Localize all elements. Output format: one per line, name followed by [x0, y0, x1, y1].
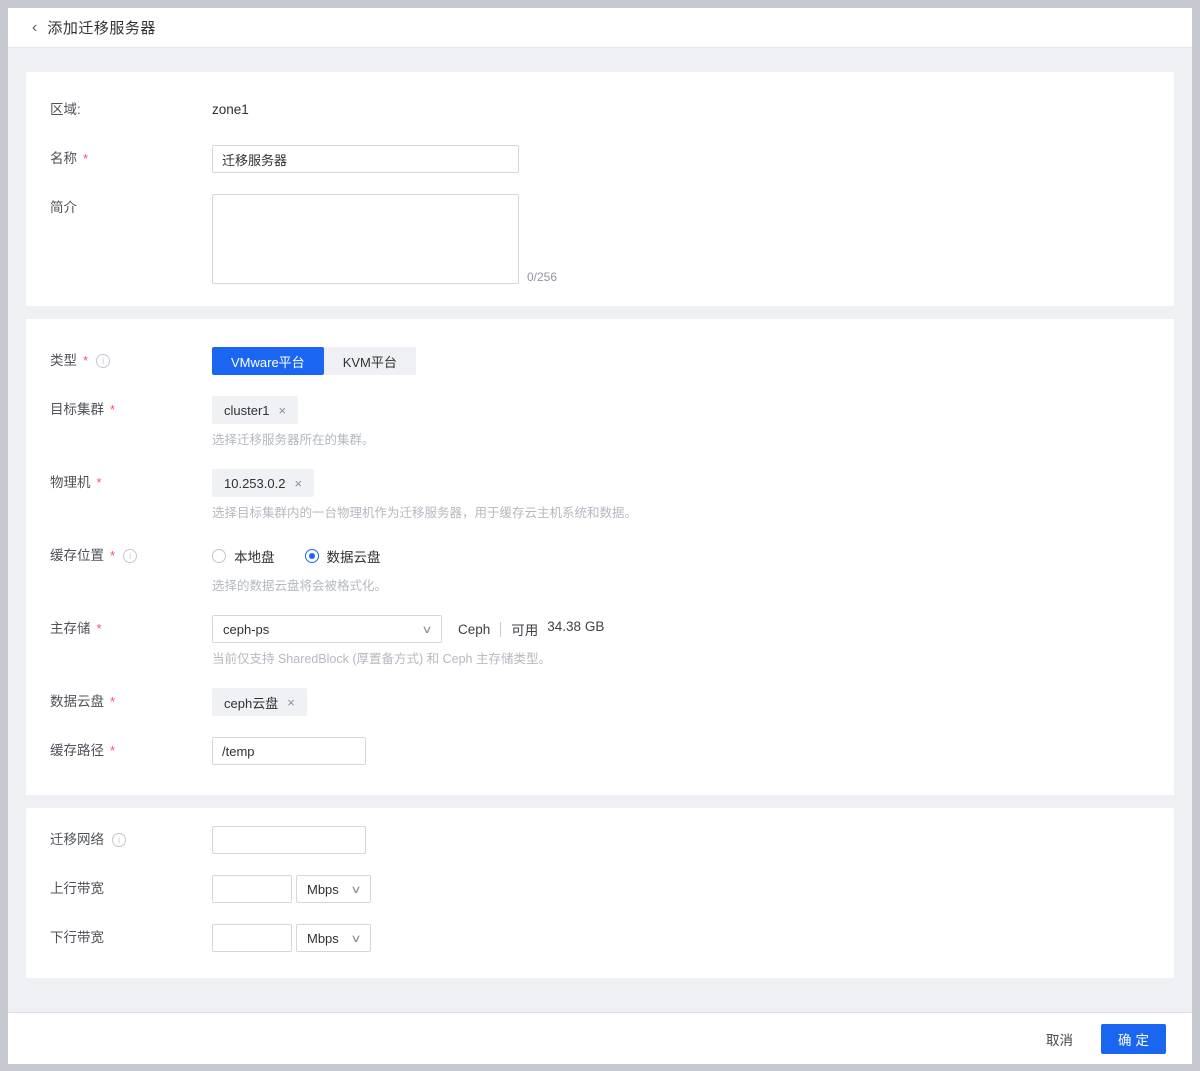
cache-location-radio-group: 本地盘 数据云盘 [212, 542, 387, 570]
cluster-tag: cluster1 × [212, 396, 299, 424]
network-settings-card: 迁移网络 i 上行带宽 Mbps ∨ 下行带宽 Mbps ∨ [26, 808, 1174, 978]
cache-location-label: 缓存位置 * i [50, 542, 212, 570]
primary-storage-help: 当前仅支持 SharedBlock (厚置备方式) 和 Ceph 主存储类型。 [212, 652, 551, 666]
name-input[interactable] [212, 145, 519, 173]
downlink-bandwidth-input[interactable] [212, 924, 292, 952]
form-content: 区域: zone1 名称 * 简介 0/256 [8, 48, 1192, 1012]
type-label: 类型 * i [50, 347, 212, 375]
page-title: 添加迁移服务器 [47, 20, 156, 37]
type-row: 类型 * i VMware平台 KVM平台 [50, 347, 1150, 375]
primary-storage-select[interactable]: ceph-ps ∨ [212, 615, 442, 643]
data-volume-tag: ceph云盘 × [212, 688, 307, 716]
description-row: 简介 0/256 [50, 194, 1150, 284]
cache-location-help: 选择的数据云盘将会被格式化。 [212, 579, 388, 593]
add-migration-server-page: ‹ 添加迁移服务器 区域: zone1 名称 * 简介 0/256 [8, 8, 1192, 1064]
radio-data-volume[interactable]: 数据云盘 [304, 546, 381, 566]
info-icon[interactable]: i [123, 549, 138, 563]
uplink-bandwidth-row: 上行带宽 Mbps ∨ [50, 875, 1150, 903]
available-value: 34.38 GB [547, 619, 605, 634]
description-label: 简介 [50, 200, 77, 215]
uplink-bandwidth-input[interactable] [212, 875, 292, 903]
primary-storage-row: 主存储 * ceph-ps ∨ Ceph 可用 34.38 GB 当前仅支持 S… [50, 615, 1150, 667]
radio-icon [212, 549, 226, 563]
radio-icon [304, 549, 319, 563]
cache-location-row: 缓存位置 * i 本地盘 数据云盘 选择的数据云盘将会被格式化。 [50, 542, 1150, 594]
required-asterisk: * [110, 402, 116, 417]
name-row: 名称 * [50, 145, 1150, 173]
downlink-bandwidth-row: 下行带宽 Mbps ∨ [50, 924, 1150, 952]
cache-path-label: 缓存路径 * [50, 737, 212, 765]
chevron-down-icon: ∨ [350, 883, 362, 896]
required-asterisk: * [110, 694, 116, 709]
type-option-kvm[interactable]: KVM平台 [323, 347, 416, 375]
zone-value: zone1 [212, 102, 249, 117]
required-asterisk: * [83, 353, 89, 368]
zone-label: 区域: [50, 102, 81, 117]
zone-row: 区域: zone1 [50, 96, 1150, 124]
divider [500, 621, 502, 637]
cancel-button[interactable]: 取消 [1046, 1029, 1073, 1049]
physical-host-help: 选择目标集群内的一台物理机作为迁移服务器，用于缓存云主机系统和数据。 [212, 506, 638, 520]
target-cluster-label: 目标集群 * [50, 396, 212, 424]
radio-local-disk[interactable]: 本地盘 [212, 546, 275, 566]
page-header: ‹ 添加迁移服务器 [8, 8, 1192, 48]
server-settings-card: 类型 * i VMware平台 KVM平台 目标集群 * cluster1 × … [26, 319, 1174, 795]
migration-network-row: 迁移网络 i [50, 826, 1150, 854]
downlink-bandwidth-label: 下行带宽 [50, 930, 104, 945]
target-cluster-row: 目标集群 * cluster1 × 选择迁移服务器所在的集群。 [50, 396, 1150, 448]
back-chevron-icon[interactable]: ‹ [32, 19, 37, 36]
basic-info-card: 区域: zone1 名称 * 简介 0/256 [26, 72, 1174, 306]
physical-host-label: 物理机 * [50, 469, 212, 497]
required-asterisk: * [110, 743, 116, 758]
uplink-unit-select[interactable]: Mbps ∨ [296, 875, 371, 903]
cache-path-input[interactable] [212, 737, 366, 765]
storage-type: Ceph [458, 621, 491, 637]
info-icon[interactable]: i [112, 833, 126, 847]
char-counter: 0/256 [527, 270, 558, 284]
cache-path-row: 缓存路径 * [50, 737, 1150, 765]
required-asterisk: * [96, 621, 102, 636]
storage-info: Ceph 可用 34.38 GB [458, 619, 604, 639]
required-asterisk: * [110, 548, 116, 563]
name-label: 名称 * [50, 145, 212, 173]
info-icon[interactable]: i [96, 354, 111, 368]
required-asterisk: * [96, 475, 102, 490]
data-volume-label: 数据云盘 * [50, 688, 212, 716]
migration-network-input[interactable] [212, 826, 366, 854]
remove-tag-icon[interactable]: × [287, 696, 295, 709]
target-cluster-help: 选择迁移服务器所在的集群。 [212, 433, 375, 447]
chevron-down-icon: ∨ [350, 932, 362, 945]
host-tag: 10.253.0.2 × [212, 469, 315, 497]
physical-host-row: 物理机 * 10.253.0.2 × 选择目标集群内的一台物理机作为迁移服务器，… [50, 469, 1150, 521]
primary-storage-label: 主存储 * [50, 615, 212, 643]
chevron-down-icon: ∨ [421, 623, 433, 636]
data-volume-row: 数据云盘 * ceph云盘 × [50, 688, 1150, 716]
description-textarea[interactable] [212, 194, 519, 284]
remove-tag-icon[interactable]: × [294, 477, 302, 490]
confirm-button[interactable]: 确定 [1101, 1023, 1166, 1054]
footer-action-bar: 取消 确定 [8, 1012, 1192, 1064]
remove-tag-icon[interactable]: × [279, 404, 287, 417]
type-option-vmware[interactable]: VMware平台 [212, 347, 324, 375]
uplink-bandwidth-label: 上行带宽 [50, 881, 104, 896]
migration-network-label: 迁移网络 i [50, 826, 212, 854]
available-label: 可用 [511, 623, 539, 638]
required-asterisk: * [83, 151, 89, 166]
downlink-unit-select[interactable]: Mbps ∨ [296, 924, 371, 952]
primary-storage-value: ceph-ps [223, 621, 270, 637]
type-segmented-control: VMware平台 KVM平台 [212, 347, 416, 375]
